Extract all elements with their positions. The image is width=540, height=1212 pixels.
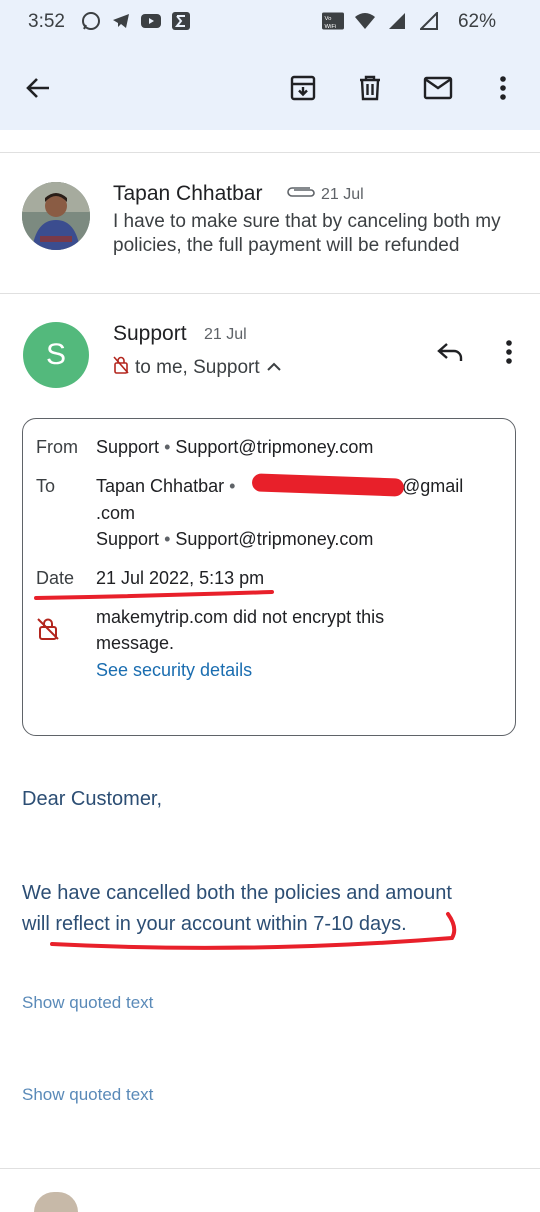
- to-value-2: Support • Support@tripmoney.com: [96, 529, 374, 549]
- from-name: Support: [96, 437, 160, 457]
- divider: [0, 293, 540, 294]
- to-label: To: [36, 476, 56, 496]
- avatar: [22, 182, 90, 250]
- battery-level: 62%: [457, 11, 496, 32]
- security-notice-line-1: makemytrip.com did not encrypt this: [96, 607, 385, 627]
- svg-text:Vo: Vo: [325, 16, 333, 22]
- to-email-2: Support@tripmoney.com: [175, 529, 374, 549]
- back-arrow-icon[interactable]: [18, 68, 58, 108]
- message-date: 21 Jul: [321, 186, 364, 203]
- signal-icon-2: [418, 10, 440, 32]
- signal-icon: [386, 10, 408, 32]
- to-name-2: Support: [96, 529, 160, 549]
- status-time: 3:52: [28, 11, 65, 32]
- chevron-up-icon: [266, 357, 282, 379]
- delete-icon[interactable]: [350, 68, 390, 108]
- system-icons: Vo WiFi: [322, 10, 440, 32]
- show-quoted-text-link[interactable]: Show quoted text: [22, 993, 153, 1013]
- notification-icons: [80, 10, 192, 32]
- recipients-text: to me, Support: [135, 357, 260, 378]
- from-value: Support • Support@tripmoney.com: [96, 437, 374, 457]
- from-email: Support@tripmoney.com: [175, 437, 374, 457]
- more-vert-icon[interactable]: [483, 68, 523, 108]
- security-notice-line-2: message.: [96, 633, 175, 653]
- to-name-1: Tapan Chhatbar •: [96, 476, 236, 496]
- svg-text:WiFi: WiFi: [325, 24, 337, 30]
- to-email-1: @gmail: [402, 476, 464, 496]
- status-bar: 3:52 Vo WiFi 62%: [0, 0, 540, 46]
- wifi-icon: [354, 10, 376, 32]
- archive-icon[interactable]: [283, 68, 323, 108]
- sender-name: Support: [113, 322, 187, 345]
- attachment-icon: [286, 184, 316, 203]
- message-snippet: I have to make sure that by canceling bo…: [113, 211, 501, 256]
- to-email-1-cont: .com: [96, 503, 136, 523]
- from-label: From: [36, 437, 78, 457]
- avatar: S: [23, 322, 89, 388]
- body-line-2: will reflect in your account within 7-10…: [22, 913, 407, 935]
- reply-icon[interactable]: [430, 334, 470, 370]
- whatsapp-icon: [80, 10, 102, 32]
- body-line-1: We have cancelled both the policies and …: [22, 882, 452, 904]
- youtube-icon: [140, 10, 162, 32]
- show-quoted-text-link-2[interactable]: Show quoted text: [22, 1085, 153, 1105]
- divider: [0, 1168, 540, 1169]
- more-vert-icon[interactable]: [494, 334, 524, 370]
- mark-unread-icon[interactable]: [418, 68, 458, 108]
- avatar: [34, 1192, 78, 1212]
- message-date: 21 Jul: [204, 326, 247, 343]
- see-security-details-link[interactable]: See security details: [96, 660, 252, 681]
- telegram-icon: [110, 10, 132, 32]
- unencrypted-lock-icon: [113, 356, 129, 380]
- greeting: Dear Customer,: [22, 788, 163, 810]
- unencrypted-lock-icon: [37, 617, 59, 646]
- date-label: Date: [36, 568, 75, 588]
- divider: [0, 152, 540, 153]
- vowifi-icon: Vo WiFi: [322, 10, 344, 32]
- sigma-icon: [170, 10, 192, 32]
- date-value: 21 Jul 2022, 5:13 pm: [96, 568, 265, 588]
- toolbar: [0, 46, 540, 130]
- recipients-toggle[interactable]: to me, Support: [113, 356, 282, 380]
- sender-name: Tapan Chhatbar: [113, 182, 263, 205]
